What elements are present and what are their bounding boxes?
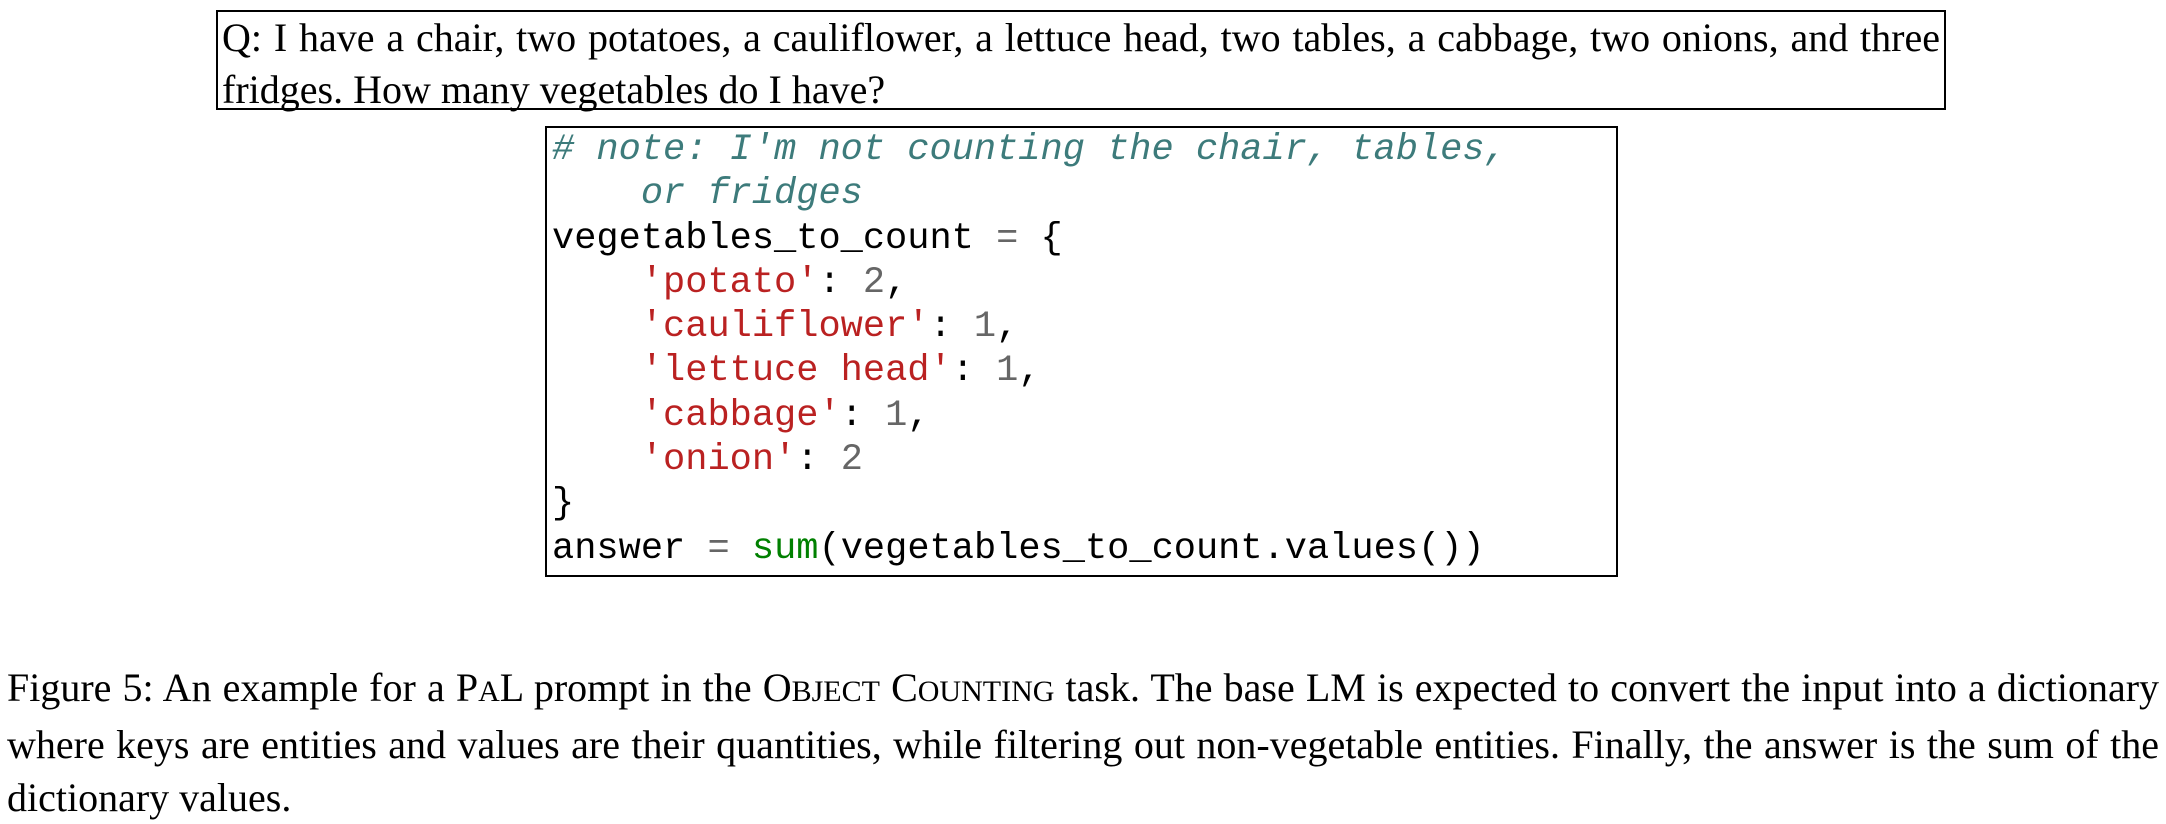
code-open-brace: { — [1040, 217, 1063, 260]
code-dict-key: 'cauliflower' — [640, 306, 930, 349]
code-sum-builtin: sum — [751, 527, 819, 570]
code-close-brace: } — [552, 483, 575, 526]
code-dict-variable: vegetables_to_count — [552, 217, 974, 260]
code-comment-line-1: # note: I'm not counting the chair, tabl… — [552, 128, 1616, 172]
code-dict-value: 1 — [973, 306, 997, 349]
code-dict-entry: 'cauliflower': 1, — [640, 306, 1019, 349]
code-dict-entry: 'cabbage': 1, — [640, 394, 930, 437]
code-answer-line: answer = sum(vegetables_to_count.values(… — [552, 527, 1616, 571]
code-block: # note: I'm not counting the chair, tabl… — [545, 126, 1618, 577]
code-sum-arguments: (vegetables_to_count.values()) — [818, 527, 1485, 570]
task-name: Object Counting — [762, 665, 1055, 710]
code-comment-continuation: or fridges — [640, 173, 863, 216]
caption-prefix: Figure 5: An example for a — [7, 665, 456, 710]
code-dict-key: 'onion' — [640, 439, 797, 482]
code-equals: = — [707, 527, 730, 570]
code-dict-entry: 'potato': 2, — [640, 261, 908, 304]
code-dict-key: 'cabbage' — [640, 394, 841, 437]
code-equals: = — [996, 217, 1019, 260]
code-dict-comma: , — [996, 306, 1019, 349]
pal-name: PaL — [455, 665, 523, 710]
code-dict-value: 2 — [862, 261, 886, 304]
code-dict-value: 2 — [840, 439, 863, 482]
code-dict-comma: , — [907, 394, 930, 437]
caption-mid: prompt in the — [522, 665, 763, 710]
code-dict-comma: , — [1018, 350, 1041, 393]
code-dict-key: 'lettuce head' — [640, 350, 952, 393]
question-box: Q: I have a chair, two potatoes, a cauli… — [216, 10, 1946, 112]
code-dict-comma: , — [885, 261, 908, 304]
code-dict-assign-line: vegetables_to_count = { — [552, 217, 1616, 261]
code-comment-line-2: or fridges — [552, 172, 1616, 216]
code-comment: # note: I'm not counting the chair, tabl… — [552, 129, 1507, 171]
code-dict-value: 1 — [885, 394, 908, 437]
code-answer-variable: answer — [552, 527, 686, 570]
question-text: Q: I have a chair, two potatoes, a cauli… — [222, 15, 1940, 112]
code-dict-key: 'potato' — [640, 261, 819, 304]
code-dict-value: 1 — [996, 350, 1019, 393]
code-dict-entry: 'lettuce head': 1, — [640, 350, 1041, 393]
figure-caption: Figure 5: An example for a PaL prompt in… — [7, 661, 2159, 824]
code-close-brace-line: } — [552, 482, 1616, 526]
code-dict-entry: 'onion': 2 — [640, 439, 863, 482]
